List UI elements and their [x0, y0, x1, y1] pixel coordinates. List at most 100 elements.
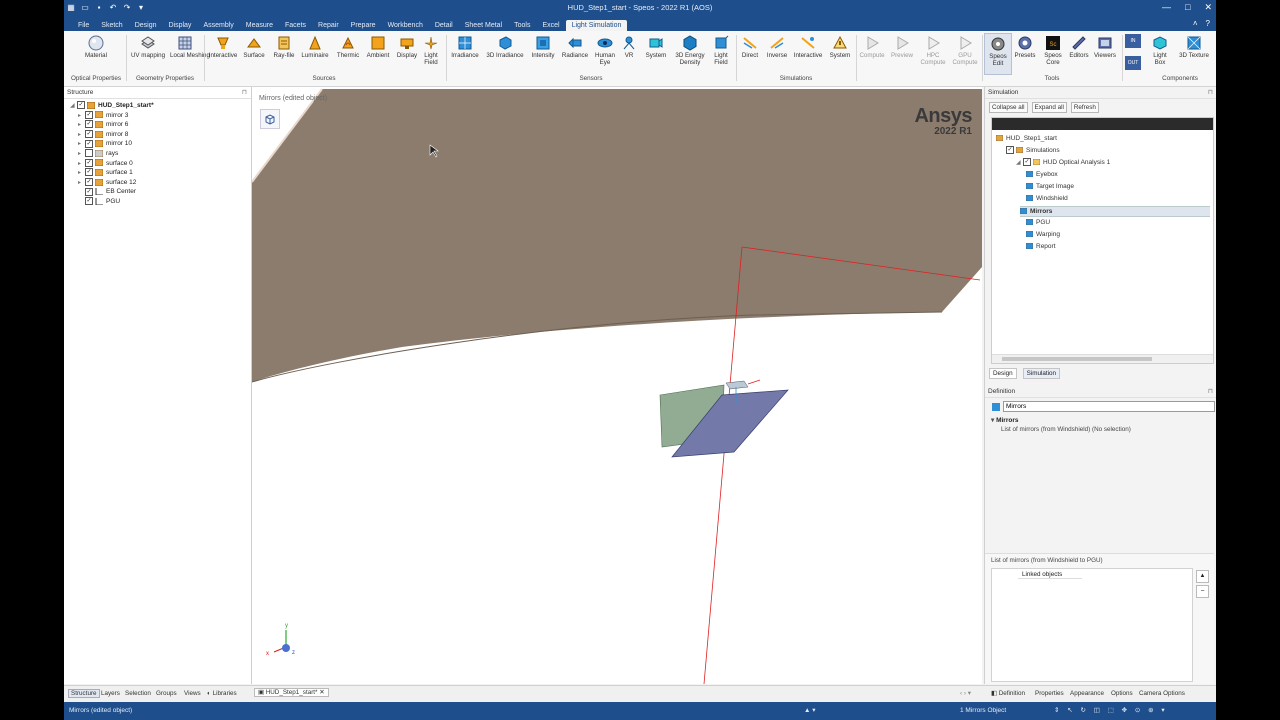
simulation-tree-item[interactable]: Eyebox [1026, 170, 1058, 179]
viewers-button[interactable]: Viewers [1092, 35, 1118, 60]
view-cube-button[interactable] [260, 109, 280, 129]
luminaire-source-button[interactable]: Luminaire [300, 35, 330, 60]
structure-tree-item[interactable]: ✓ EB Center [70, 187, 251, 197]
compute-button[interactable]: Compute [858, 35, 886, 60]
tab-options[interactable]: Options [1111, 690, 1133, 697]
definition-section-header[interactable]: ▾ Mirrors [991, 416, 1018, 424]
3d-irradiance-sensor-button[interactable]: 3D Irradiance [484, 35, 526, 60]
structure-tree-item[interactable]: ▸ ✓ surface 1 [70, 168, 251, 178]
structure-tree-item[interactable]: ▸ ✓ mirror 6 [70, 120, 251, 130]
tab-workbench[interactable]: Workbench [382, 20, 429, 31]
ribbon-minimize-button[interactable]: ˄ [1193, 19, 1198, 28]
scene-canvas[interactable]: y x z [252, 87, 982, 684]
tab-simulation-panel[interactable]: Simulation [1022, 368, 1061, 379]
help-button[interactable]: ? [1206, 19, 1210, 28]
interactive-simulation-button[interactable]: Interactive [792, 35, 824, 60]
irradiance-sensor-button[interactable]: Irradiance [448, 35, 482, 60]
simulation-tree-item[interactable]: Warping [1026, 230, 1060, 239]
uv-mapping-button[interactable]: UV mapping [130, 35, 166, 60]
checkbox[interactable]: ✓ [85, 178, 93, 187]
speos-core-button[interactable]: Sc Speos Core [1040, 35, 1066, 66]
light-box-button[interactable]: Light Box [1148, 35, 1172, 66]
structure-tree-item[interactable]: ▸ ✓ mirror 3 [70, 110, 251, 121]
editors-button[interactable]: Editors [1066, 35, 1092, 60]
pin-icon[interactable]: ⊓ [242, 87, 247, 98]
move-up-button[interactable]: ▲ [1196, 570, 1209, 583]
windshield-surface[interactable] [252, 89, 982, 382]
thermic-source-button[interactable]: Thermic [334, 35, 362, 60]
pin-icon[interactable]: ⊓ [1208, 386, 1213, 397]
structure-tree-item[interactable]: ▸ ✓ surface 0 [70, 158, 251, 169]
system-simulation-button[interactable]: System [826, 35, 854, 60]
checkbox[interactable]: ✓ [77, 101, 85, 110]
tab-layers[interactable]: Layers [101, 690, 120, 697]
tab-design-panel[interactable]: Design [989, 368, 1017, 379]
expand-all-button[interactable]: Expand all [1031, 102, 1067, 113]
simulation-tree-item[interactable]: HUD_Step1_start [996, 134, 1057, 143]
tab-libraries[interactable]: ◐ Libraries [207, 690, 237, 697]
tab-properties[interactable]: Properties [1035, 690, 1064, 697]
structure-tree-item[interactable]: ▸ ✓ mirror 8 [70, 130, 251, 140]
linked-objects-table[interactable]: Linked objects [991, 568, 1193, 682]
surface-source-button[interactable]: Surface [241, 35, 267, 60]
speos-edit-button[interactable]: Speos Edit [984, 33, 1012, 75]
ambient-source-button[interactable]: Ambient [364, 35, 392, 60]
checkbox[interactable]: ✓ [85, 197, 93, 206]
3d-energy-density-sensor-button[interactable]: 3D Energy Density [672, 35, 708, 66]
tab-detail[interactable]: Detail [429, 20, 459, 31]
pgu-box[interactable] [725, 380, 749, 390]
simulation-tree-item[interactable]: ◢ ✓ HUD Optical Analysis 1 [1016, 158, 1110, 167]
inverse-simulation-button[interactable]: Inverse [764, 35, 790, 60]
intensity-sensor-button[interactable]: Intensity [528, 35, 558, 60]
human-eye-sensor-button[interactable]: Human Eye [592, 35, 618, 66]
tab-light-simulation[interactable]: Light Simulation [565, 20, 628, 31]
tab-appearance[interactable]: Appearance [1070, 690, 1104, 697]
vr-sensor-button[interactable]: VR [618, 35, 640, 60]
checkbox[interactable]: ✓ [85, 130, 93, 139]
simulation-tree-item[interactable]: ✓ Simulations [1006, 146, 1060, 155]
tab-measure[interactable]: Measure [240, 20, 279, 31]
tab-views[interactable]: Views [184, 690, 201, 697]
interactive-source-button[interactable]: Interactive [208, 35, 238, 60]
checkbox[interactable]: ✓ [85, 110, 93, 119]
preview-button[interactable]: Preview [888, 35, 916, 60]
display-source-button[interactable]: Display [394, 35, 420, 60]
material-button[interactable]: Material [82, 35, 110, 60]
export-out-button[interactable]: OUT [1124, 56, 1142, 72]
structure-tree-item[interactable]: ▸ ✓ mirror 10 [70, 139, 251, 149]
simulation-tree-item[interactable]: Report [1026, 242, 1056, 251]
simulation-tree-item[interactable]: PGU [1026, 218, 1050, 227]
minimize-button[interactable]: — [1162, 2, 1171, 13]
refresh-button[interactable]: Refresh [1070, 102, 1099, 113]
tab-sketch[interactable]: Sketch [95, 20, 128, 31]
ray-file-source-button[interactable]: Ray-file [270, 35, 298, 60]
status-warning-icon[interactable]: ▲ ▾ [804, 706, 816, 714]
simulation-tree-item[interactable]: Target Image [1026, 182, 1074, 191]
hpc-compute-button[interactable]: HPC Compute [918, 35, 948, 66]
tree-root[interactable]: ◢ ✓ HUD_Step1_start* [70, 101, 251, 111]
tab-selection[interactable]: Selection [125, 690, 151, 697]
tab-repair[interactable]: Repair [312, 20, 345, 31]
structure-tree-item[interactable]: ▸ ✓ surface 12 [70, 178, 251, 188]
tab-excel[interactable]: Excel [536, 20, 565, 31]
close-button[interactable]: ✕ [1204, 2, 1212, 13]
definition-name-input[interactable] [1003, 401, 1215, 412]
tab-facets[interactable]: Facets [279, 20, 312, 31]
tab-display[interactable]: Display [162, 20, 197, 31]
3d-texture-button[interactable]: 3D Texture [1174, 35, 1214, 60]
status-tool-icons[interactable]: ⇕ ↖ ↻ ◫ ⬚ ✥ ⊙ ⊕ ▾ [1054, 706, 1168, 714]
structure-tree-item[interactable]: ✓ PGU [70, 197, 251, 207]
tab-structure[interactable]: Structure [68, 689, 100, 698]
presets-button[interactable]: Presets [1012, 35, 1038, 60]
checkbox[interactable]: ✓ [1006, 146, 1014, 155]
remove-button[interactable]: − [1196, 585, 1209, 598]
gpu-compute-button[interactable]: GPU Compute [950, 35, 980, 66]
checkbox[interactable]: ✓ [1023, 158, 1031, 167]
maximize-button[interactable]: □ [1185, 2, 1190, 13]
local-meshing-button[interactable]: Local Meshing [170, 35, 210, 60]
checkbox[interactable]: ✓ [85, 139, 93, 148]
tab-sheet-metal[interactable]: Sheet Metal [459, 20, 508, 31]
structure-tree-item[interactable]: ▸ rays [70, 149, 251, 159]
pin-icon[interactable]: ⊓ [1208, 87, 1213, 98]
checkbox[interactable] [85, 149, 93, 158]
